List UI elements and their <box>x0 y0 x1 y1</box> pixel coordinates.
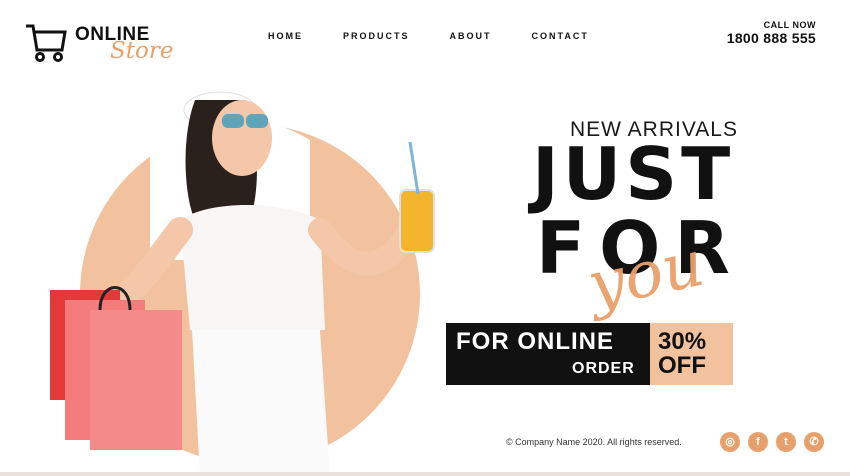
copyright-text: © Company Name 2020. All rights reserved… <box>506 437 682 447</box>
whatsapp-icon[interactable]: ✆ <box>804 432 824 452</box>
hero-model-image <box>50 91 435 476</box>
social-links: ◎ f t ✆ <box>720 432 824 452</box>
nav-about[interactable]: ABOUT <box>450 31 492 41</box>
store-logo[interactable]: ONLINE Store <box>24 20 174 66</box>
logo-text-bottom: Store <box>110 38 174 64</box>
headline-just: JUST <box>532 132 735 216</box>
bottom-divider <box>0 472 850 476</box>
phone-number[interactable]: 1800 888 555 <box>727 30 816 46</box>
nav-products[interactable]: PRODUCTS <box>343 31 410 41</box>
site-header: ONLINE Store HOME PRODUCTS ABOUT CONTACT… <box>0 0 850 72</box>
nav-home[interactable]: HOME <box>268 31 303 41</box>
facebook-icon[interactable]: f <box>748 432 768 452</box>
promo-text-line2: ORDER <box>572 360 635 377</box>
instagram-icon[interactable]: ◎ <box>720 432 740 452</box>
call-now: CALL NOW 1800 888 555 <box>727 20 816 46</box>
shopping-cart-icon <box>26 24 67 62</box>
nav-contact[interactable]: CONTACT <box>532 31 589 41</box>
main-nav: HOME PRODUCTS ABOUT CONTACT <box>268 31 629 41</box>
twitter-icon[interactable]: t <box>776 432 796 452</box>
discount-off: OFF <box>658 352 706 379</box>
call-label: CALL NOW <box>763 20 816 30</box>
promo-text-line1: FOR ONLINE <box>456 328 614 355</box>
